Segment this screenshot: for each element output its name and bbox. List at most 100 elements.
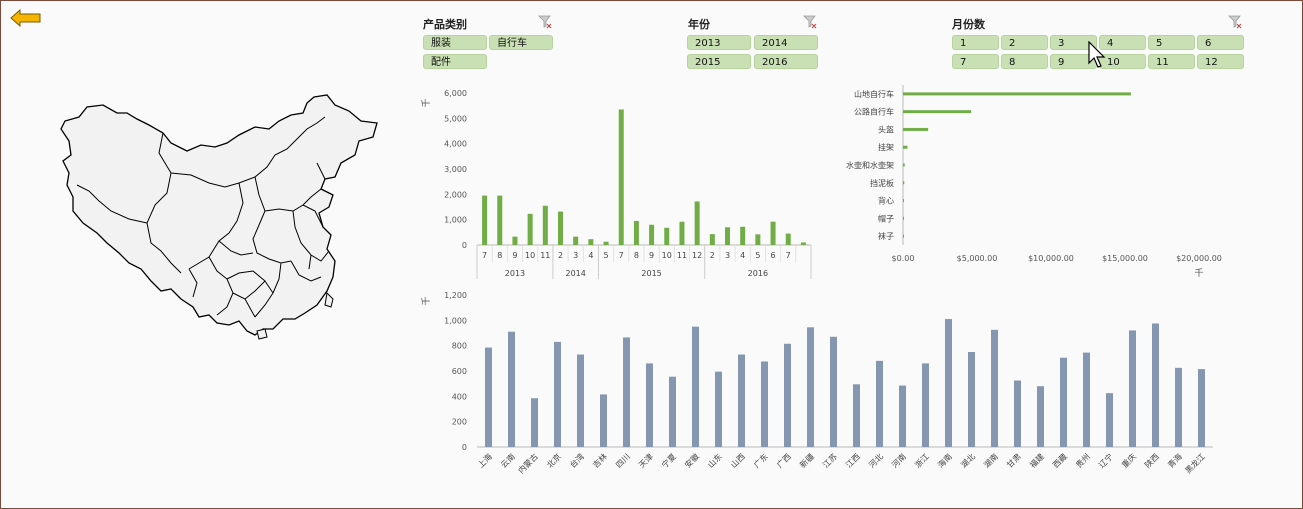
x-tick-label: 河北 [867,451,885,469]
clear-filter-icon[interactable] [1228,15,1242,29]
category-label: 帽子 [878,213,894,223]
bar [903,181,905,185]
bar [1083,352,1090,447]
bar [573,236,579,245]
slicer-item-2016[interactable]: 2016 [754,54,818,69]
y-tick-label: 0 [462,443,467,452]
x-tick-label: 云南 [499,451,517,469]
bar [508,331,515,447]
slicer-item-month-1[interactable]: 1 [952,35,999,50]
y-tick-label: 4,000 [444,140,467,149]
slicer-year-title: 年份 [688,18,710,31]
x-tick-label: 7 [482,251,487,260]
x-tick-label: 天津 [637,451,655,469]
x-tick-label: 2 [558,251,563,260]
back-arrow-icon[interactable] [10,9,42,27]
x-tick-label: $5,000.00 [957,254,998,263]
bar [903,145,908,149]
clear-filter-icon[interactable] [538,15,552,29]
x-tick-label: 2 [710,251,715,260]
bar [603,241,609,245]
bar [853,384,860,447]
slicer-item-2014[interactable]: 2014 [754,35,818,50]
slicer-item-month-6[interactable]: 6 [1197,35,1244,50]
x-unit-label: 千 [1194,268,1203,279]
y-tick-label: 5,000 [444,114,467,123]
y-tick-label: 400 [452,392,467,401]
category-label: 挡泥板 [870,178,894,188]
bar [669,376,676,447]
slicer-item-month-2[interactable]: 2 [1001,35,1048,50]
x-tick-label: 山西 [729,451,747,469]
bar [899,385,906,447]
x-tick-label: 湖北 [959,452,977,470]
bar [679,221,685,245]
year-group-label: 2014 [566,269,586,278]
x-tick-label: 7 [786,251,791,260]
category-label: 山地自行车 [854,89,894,99]
slicer-item-month-8[interactable]: 8 [1001,54,1048,69]
x-tick-label: 江苏 [821,451,839,469]
bar [903,199,905,203]
bar [922,363,929,447]
slicer-item-bikes[interactable]: 自行车 [489,35,553,50]
bar [784,343,791,447]
x-tick-label: 9 [649,251,654,260]
bar [903,163,905,167]
x-tick-label: 4 [740,251,745,260]
x-tick-label: 台湾 [568,451,586,469]
bar [512,236,518,245]
x-tick-label: 广东 [752,451,770,469]
bar [785,233,791,245]
bar [725,227,730,245]
x-tick-label: 6 [770,251,775,260]
bar [1198,369,1205,447]
y-tick-label: 1,000 [444,316,467,325]
slicer-item-2015[interactable]: 2015 [687,54,751,69]
bar [903,110,972,114]
x-tick-label: 浙江 [913,451,931,469]
x-tick-label: 青海 [1166,451,1184,469]
y-tick-label: 0 [462,241,467,250]
x-tick-label: 8 [497,251,502,260]
category-label: 袜子 [878,231,894,241]
monthly-sales-chart: 0 1,000 2,000 3,000 4,000 5,000 6,000 千 7 8 9 10 11 2… [421,89,812,279]
bar [588,239,594,245]
slicer-item-month-11[interactable]: 11 [1148,54,1195,69]
bar [554,341,561,447]
bar [1106,393,1113,447]
x-tick-label: 陕西 [1143,451,1161,469]
bar [649,224,655,245]
x-tick-label: $10,000.00 [1028,254,1074,263]
bar [646,363,653,447]
slicer-item-month-5[interactable]: 5 [1148,35,1195,50]
bar [738,354,745,447]
bar [830,336,837,447]
x-tick-label: 10 [662,251,672,260]
bar [991,329,998,447]
bar [770,221,776,245]
x-tick-label: 4 [588,251,593,260]
clear-filter-icon[interactable] [803,15,817,29]
bar [1175,367,1182,447]
year-group-label: 2013 [505,269,525,278]
slicer-item-month-12[interactable]: 12 [1197,54,1244,69]
mouse-cursor-icon [1088,41,1106,68]
province-sales-chart: 0 200 400 600 800 1,000 1,200 千上海 云南 内蒙古 北京 台湾 吉林 四川天… [421,291,1213,475]
slicer-item-clothing[interactable]: 服装 [423,35,487,50]
x-tick-label: 山东 [706,451,724,469]
slicer-item-month-7[interactable]: 7 [952,54,999,69]
y-unit-label: 千 [421,98,432,107]
x-tick-label: 西藏 [1051,451,1069,469]
bar [903,216,904,220]
bar [692,326,699,447]
slicer-item-2013[interactable]: 2013 [687,35,751,50]
y-tick-label: 1,000 [444,216,467,225]
x-tick-label: 9 [512,251,517,260]
y-tick-label: 3,000 [444,165,467,174]
bar [903,92,1131,96]
slicer-item-accessories[interactable]: 配件 [423,54,487,69]
x-tick-label: 11 [540,251,550,260]
dashboard-frame: 产品类别 服装 自行车 配件 年份 2013 2014 2015 2016 月份… [0,0,1303,509]
x-tick-label: 5 [755,251,760,260]
